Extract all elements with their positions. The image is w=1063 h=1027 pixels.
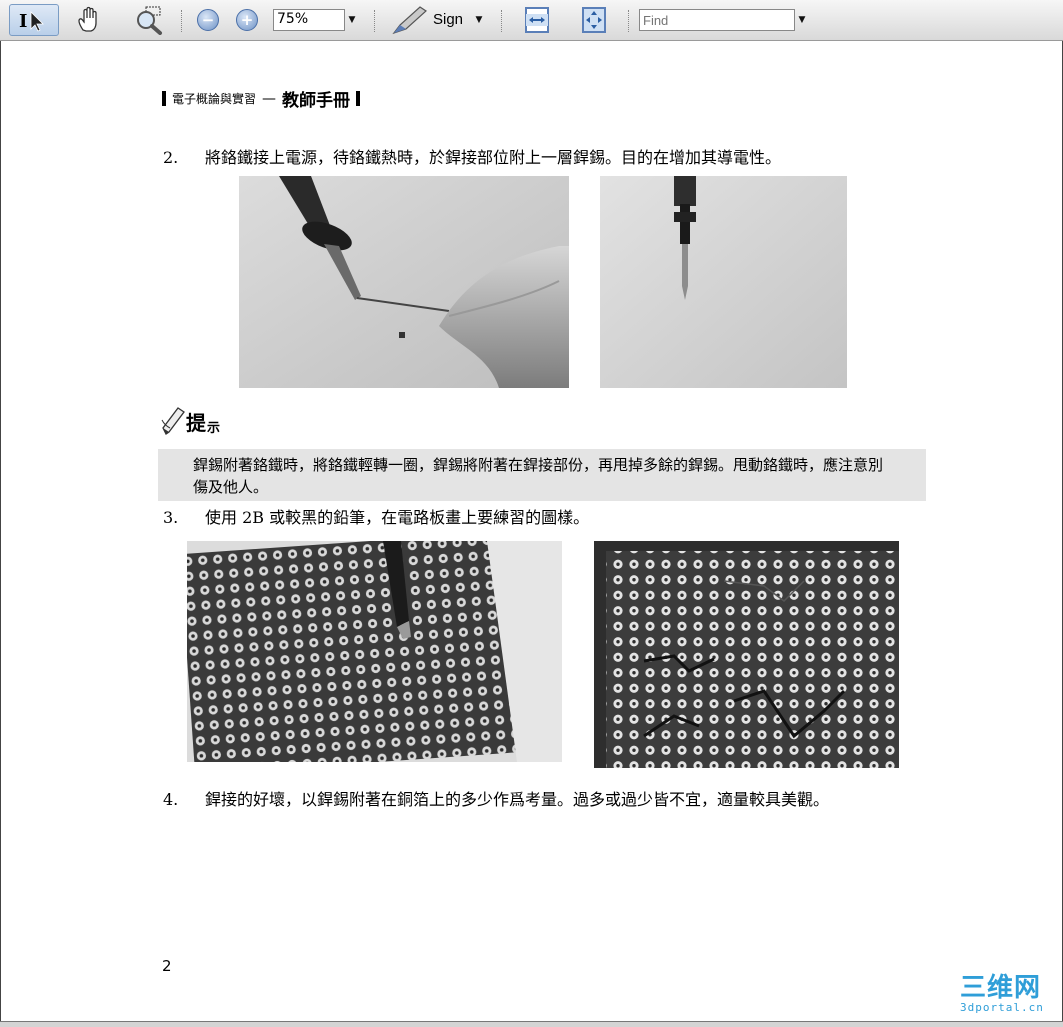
- tip-heading: 提 示: [160, 406, 220, 436]
- toolbar-separator: [181, 10, 184, 32]
- hand-tool-button[interactable]: [72, 4, 108, 36]
- marquee-zoom-button[interactable]: [128, 4, 168, 36]
- book-title: 電子概論與實習: [172, 92, 257, 106]
- fit-page-button[interactable]: [577, 4, 611, 36]
- header-bar-left: [162, 91, 166, 106]
- toolbar: I − + 75% ▼ Sign ▼ Find ▼: [0, 0, 1063, 41]
- step-number: 4.: [163, 790, 179, 809]
- header-dash: —: [262, 90, 277, 107]
- tip-box: 銲錫附著鉻鐵時，將鉻鐵輕轉一圈，銲錫將附著在銲接部份，再甩掉多餘的銲錫。甩動鉻鐵…: [158, 449, 926, 501]
- zoom-level-input[interactable]: 75%: [273, 9, 345, 31]
- manual-type: 教師手冊: [282, 91, 351, 111]
- sign-pen-icon: [392, 6, 427, 35]
- toolbar-separator: [501, 10, 504, 32]
- photo-drawing-pattern-on-board: [187, 541, 562, 762]
- sign-label: Sign: [433, 11, 464, 28]
- photo-pattern-drawn-on-board: [594, 541, 899, 768]
- marquee-zoom-icon: [137, 6, 162, 35]
- page-bottom-edge: [0, 1021, 1063, 1027]
- step-text: 使用 2B 或較黑的鉛筆，在電路板畫上要練習的圖樣。: [205, 508, 590, 527]
- tip-subtitle: 示: [207, 421, 221, 436]
- find-dropdown-button[interactable]: ▼: [795, 9, 809, 31]
- toolbar-separator: [628, 10, 631, 32]
- pencil-icon: [161, 407, 185, 435]
- text-select-tool-button[interactable]: I: [9, 4, 59, 36]
- tip-text: 銲錫附著鉻鐵時，將鉻鐵輕轉一圈，銲錫將附著在銲接部份，再甩掉多餘的銲錫。甩動鉻鐵…: [193, 456, 884, 496]
- zoom-out-button[interactable]: −: [197, 9, 219, 31]
- toolbar-separator: [374, 10, 377, 32]
- fit-page-icon: [582, 7, 606, 33]
- step-number: 2.: [163, 148, 179, 167]
- watermark-logo-text: 三维网: [960, 973, 1042, 1003]
- sign-dropdown-arrow[interactable]: ▼: [472, 9, 486, 31]
- text-select-icon: I: [19, 11, 44, 32]
- fit-width-button[interactable]: [520, 4, 554, 36]
- page-number: 2: [162, 957, 172, 975]
- photo-tinned-iron-tip: [600, 176, 847, 388]
- zoom-out-icon: −: [201, 11, 215, 29]
- zoom-in-button[interactable]: +: [236, 9, 258, 31]
- find-input[interactable]: [639, 9, 795, 31]
- fit-width-icon: [525, 7, 549, 33]
- step-text: 銲接的好壞，以銲錫附著在銅箔上的多少作爲考量。過多或過少皆不宜，適量較具美觀。: [205, 790, 830, 809]
- tip-title: 提: [186, 411, 206, 435]
- site-watermark: 三维网 3dportal.cn: [960, 975, 1060, 1014]
- header-bar-right: [356, 91, 361, 106]
- page-header: 電子概論與實習 — 教師手冊: [162, 86, 361, 111]
- svg-text:I: I: [19, 11, 27, 32]
- zoom-dropdown-button[interactable]: ▼: [345, 9, 359, 31]
- photo-soldering-iron-with-solder: [239, 176, 569, 388]
- zoom-in-icon: +: [240, 11, 254, 29]
- watermark-url: 3dportal.cn: [960, 1001, 1044, 1014]
- step-text: 將鉻鐵接上電源，待鉻鐵熱時，於銲接部位附上一層銲錫。目的在增加其導電性。: [205, 148, 782, 167]
- hand-tool-icon: [78, 6, 97, 32]
- step-number: 3.: [163, 508, 179, 527]
